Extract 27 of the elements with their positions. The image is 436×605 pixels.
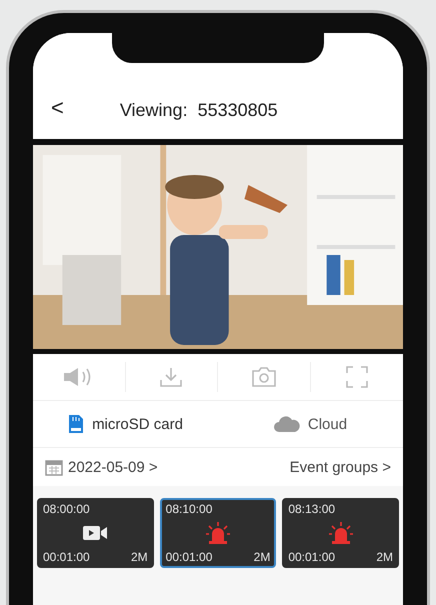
camera-icon	[250, 366, 277, 388]
download-icon	[159, 366, 184, 388]
clip-size: 2M	[376, 550, 393, 564]
fullscreen-icon	[344, 365, 369, 389]
clip-duration: 00:01:00	[288, 550, 336, 564]
back-button[interactable]: <	[51, 95, 64, 121]
clip-size: 2M	[130, 550, 148, 564]
clip-size: 2M	[254, 550, 270, 564]
alarm-light-icon	[204, 521, 231, 545]
clip-start-time: 08:10:00	[166, 502, 212, 516]
source-tab[interactable]: Cloud	[218, 414, 403, 434]
sd-card-icon	[68, 414, 84, 434]
cloud-icon	[274, 416, 300, 432]
clip-thumbnail[interactable]: 08:00:00 00:01:00 2M	[37, 498, 154, 568]
calendar-icon	[45, 458, 63, 476]
date-picker[interactable]: 2022-05-09 >	[45, 458, 158, 476]
page-title: Viewing: 55330805	[120, 100, 278, 121]
source-tab[interactable]: microSD card	[33, 413, 218, 435]
clip-duration: 00:01:00	[166, 550, 212, 564]
alarm-light-icon	[328, 521, 354, 545]
video-camera-icon	[82, 525, 108, 541]
clip-duration: 00:01:00	[43, 550, 90, 564]
clip-thumbnail[interactable]: 08:10:00 00:01:00 2M	[160, 498, 276, 568]
event-groups-link[interactable]: Event groups >	[290, 458, 391, 476]
clip-thumbnail[interactable]: 08:13:00 00:01:00 2M	[282, 498, 399, 568]
clip-start-time: 08:13:00	[288, 502, 336, 516]
clip-start-time: 08:00:00	[43, 502, 90, 516]
